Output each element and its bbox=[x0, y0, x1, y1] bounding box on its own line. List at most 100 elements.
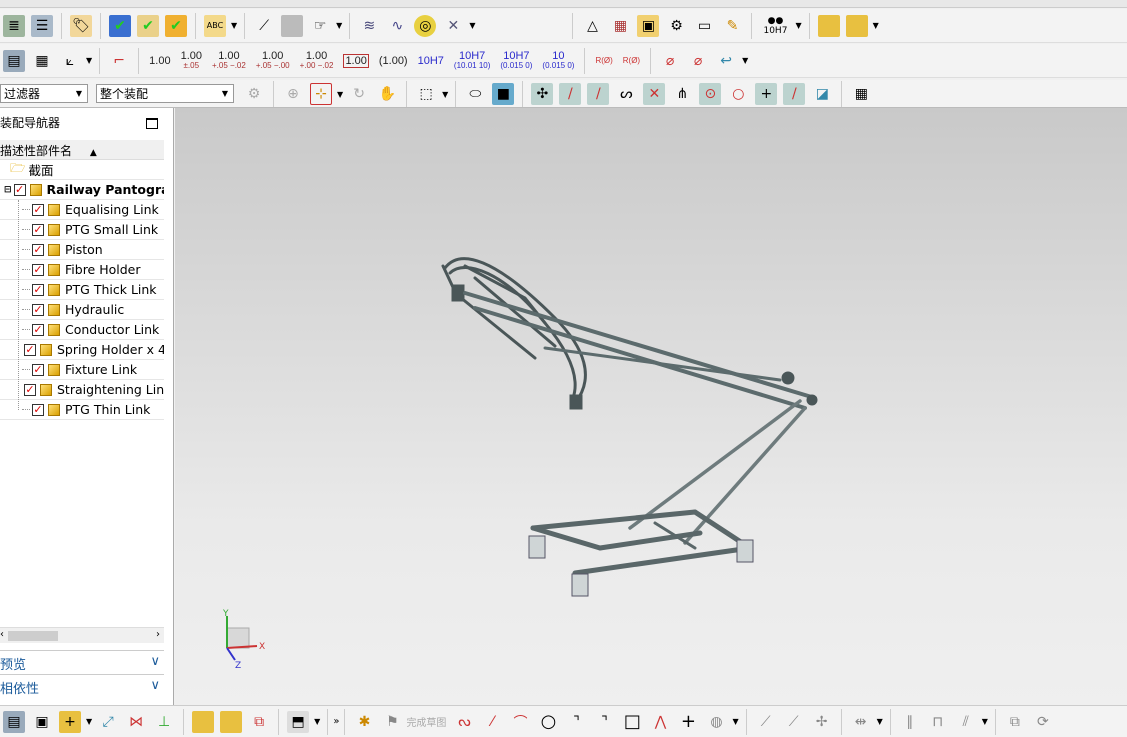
surface-icon[interactable]: ⟋ bbox=[253, 15, 275, 37]
checkbox[interactable]: ✓ bbox=[32, 263, 44, 276]
tree-item-component[interactable]: ✓ Piston bbox=[0, 240, 164, 260]
snap-end-icon[interactable]: / bbox=[559, 83, 582, 105]
tree-item-component[interactable]: ✓ Straightening Link bbox=[0, 380, 164, 400]
tree-item-component[interactable]: ✓ PTG Thick Link bbox=[0, 280, 164, 300]
circle-icon[interactable]: ○ bbox=[537, 711, 559, 733]
dim-style-0[interactable]: 1.00 bbox=[149, 55, 170, 66]
layout-icon[interactable]: ▣ bbox=[31, 711, 53, 733]
image-icon[interactable]: ▣ bbox=[637, 14, 660, 37]
annotation-icon[interactable]: ABC bbox=[204, 14, 226, 37]
washer-icon[interactable]: ◎ bbox=[414, 14, 437, 37]
move-component-icon[interactable]: ⤢ bbox=[97, 711, 119, 733]
geometric-constraint-icon[interactable]: ∥ bbox=[899, 711, 921, 733]
dim-style-6[interactable]: (1.00) bbox=[379, 55, 408, 66]
note-icon[interactable]: ▭ bbox=[693, 15, 715, 37]
horizontal-scrollbar[interactable]: ‹ › bbox=[0, 627, 164, 643]
explode-icon[interactable]: ⬒ bbox=[287, 710, 310, 733]
panel-preview[interactable]: 预览 ∨ bbox=[0, 650, 164, 673]
radius-dim-icon[interactable]: R(Ø) bbox=[595, 56, 612, 66]
tree-item-root[interactable]: ⊟✓Railway Pantograph bbox=[0, 180, 164, 200]
extrude-icon[interactable] bbox=[281, 14, 304, 37]
snap-exist-icon[interactable]: + bbox=[755, 83, 778, 105]
tree-item-component[interactable]: ✓ Conductor Link bbox=[0, 320, 164, 340]
tree-item-component[interactable]: ✓ PTG Thin Link bbox=[0, 400, 164, 420]
spring-coil-icon[interactable]: ≋ bbox=[358, 15, 380, 37]
filter-icon[interactable]: ⊕ bbox=[282, 83, 304, 105]
gears-icon[interactable]: ⚙ bbox=[665, 15, 687, 37]
part-list-icon[interactable]: ▤ bbox=[3, 49, 25, 72]
checkbox[interactable]: ✓ bbox=[24, 343, 36, 356]
quick-dimension-icon[interactable]: ⇹ bbox=[850, 711, 872, 733]
graphics-viewport[interactable]: Y X Z bbox=[175, 108, 1127, 705]
tree-item-component[interactable]: ✓ PTG Small Link bbox=[0, 220, 164, 240]
polygon-icon[interactable]: ⋀ bbox=[649, 711, 671, 733]
scrollbar-thumb[interactable] bbox=[8, 631, 58, 641]
snap-intersect-icon[interactable]: ✕ bbox=[643, 83, 666, 105]
dimension-icon[interactable]: ⌐ bbox=[108, 50, 130, 72]
snap-quadrant-icon[interactable]: ○ bbox=[727, 83, 749, 105]
checkbox[interactable]: ✓ bbox=[13, 183, 26, 196]
dim-style-4[interactable]: 1.00 +.00 −.02 bbox=[300, 50, 334, 71]
offset-curve-icon[interactable]: ◍ bbox=[705, 711, 727, 733]
dim-style-9[interactable]: 10H7 (0.015 0) bbox=[500, 50, 532, 71]
tree-item-component[interactable]: ✓ Equalising Link bbox=[0, 200, 164, 220]
constraint-check-icon[interactable]: ✔ bbox=[137, 14, 159, 37]
binoculars-icon[interactable]: ●● 10H7 bbox=[760, 15, 790, 37]
replace-icon[interactable]: ⧉ bbox=[248, 711, 270, 733]
snap-tangent-icon[interactable]: ⋔ bbox=[671, 83, 693, 105]
trim-icon[interactable]: ⟋ bbox=[755, 711, 777, 733]
tree-item-component[interactable]: ✓ Fixture Link bbox=[0, 360, 164, 380]
snap-center-icon[interactable]: ⊙ bbox=[699, 83, 722, 105]
list-layers-icon[interactable]: ☰ bbox=[31, 14, 53, 37]
snap-point-icon[interactable]: ✣ bbox=[531, 83, 554, 105]
triangle-icon[interactable]: △ bbox=[581, 15, 603, 37]
arc-icon[interactable]: ⌒ bbox=[509, 711, 531, 733]
reattach-icon[interactable]: ⧉ bbox=[1004, 711, 1026, 733]
grid-icon[interactable]: ▦ bbox=[850, 83, 872, 105]
pattern-icon[interactable] bbox=[192, 710, 215, 733]
wave-link-icon[interactable] bbox=[220, 710, 243, 733]
diameter-icon[interactable]: ⌀ bbox=[659, 50, 681, 72]
tag-icon[interactable]: 🏷 bbox=[70, 14, 92, 37]
crossed-icon[interactable]: ✕ bbox=[442, 15, 464, 37]
tree-item-component[interactable]: ✓ Hydraulic bbox=[0, 300, 164, 320]
spring-icon[interactable]: ∿ bbox=[386, 15, 408, 37]
snap-face-icon[interactable]: ◪ bbox=[811, 83, 833, 105]
table-icon[interactable]: ▦ bbox=[609, 15, 631, 37]
dim-style-1[interactable]: 1.00 ±.05 bbox=[181, 50, 202, 71]
checkbox[interactable]: ✓ bbox=[32, 303, 44, 316]
checkbox[interactable]: ✓ bbox=[32, 243, 44, 256]
rectangle-icon[interactable]: □ bbox=[621, 711, 643, 733]
corner-icon[interactable]: ✢ bbox=[811, 711, 833, 733]
fillet-icon[interactable]: ⌝ bbox=[565, 711, 587, 733]
mirror-icon[interactable]: ⋈ bbox=[125, 711, 147, 733]
fix-icon[interactable]: ⊓ bbox=[927, 711, 949, 733]
snap-curve-icon[interactable]: ᔕ bbox=[615, 83, 637, 105]
checkbox[interactable]: ✓ bbox=[32, 283, 44, 296]
cube-view-icon[interactable]: ■ bbox=[492, 83, 515, 105]
snap-assembly-icon[interactable]: ⚙ bbox=[243, 83, 265, 105]
assembly-check-icon[interactable]: ✔ bbox=[109, 14, 131, 37]
tree-item-component[interactable]: ✓ Fibre Holder bbox=[0, 260, 164, 280]
panel-dependencies[interactable]: 相依性 ∨ bbox=[0, 674, 164, 697]
cubes-icon[interactable] bbox=[817, 14, 840, 37]
sketch-icon[interactable]: ✱ bbox=[353, 711, 375, 733]
filter-point-icon[interactable]: ⊹ bbox=[310, 83, 332, 105]
dim-style-10[interactable]: 10 (0.015 0) bbox=[542, 50, 574, 71]
grab-icon[interactable]: ✋ bbox=[376, 83, 398, 105]
dim-style-5[interactable]: 1.00 bbox=[343, 53, 369, 68]
spreadsheet-icon[interactable]: ▦ bbox=[31, 50, 53, 72]
layers-icon[interactable]: ≣ bbox=[3, 14, 25, 37]
return-arrow-icon[interactable]: ↩ bbox=[715, 50, 737, 72]
box-select-icon[interactable]: ⬚ bbox=[415, 83, 437, 105]
cubes2-icon[interactable] bbox=[845, 14, 868, 37]
constraint-icon[interactable]: ⊥ bbox=[153, 711, 175, 733]
checkbox[interactable]: ✓ bbox=[32, 223, 44, 236]
overflow-button[interactable]: » bbox=[333, 716, 339, 727]
dim-style-3[interactable]: 1.00 +.05 −.00 bbox=[256, 50, 290, 71]
line-icon[interactable]: ⁄ bbox=[481, 711, 503, 733]
checkbox[interactable]: ✓ bbox=[32, 363, 44, 376]
diameter-leader-icon[interactable]: ⌀ bbox=[687, 50, 709, 72]
add-component-icon[interactable]: + bbox=[59, 710, 81, 733]
maximize-icon[interactable] bbox=[146, 118, 158, 129]
